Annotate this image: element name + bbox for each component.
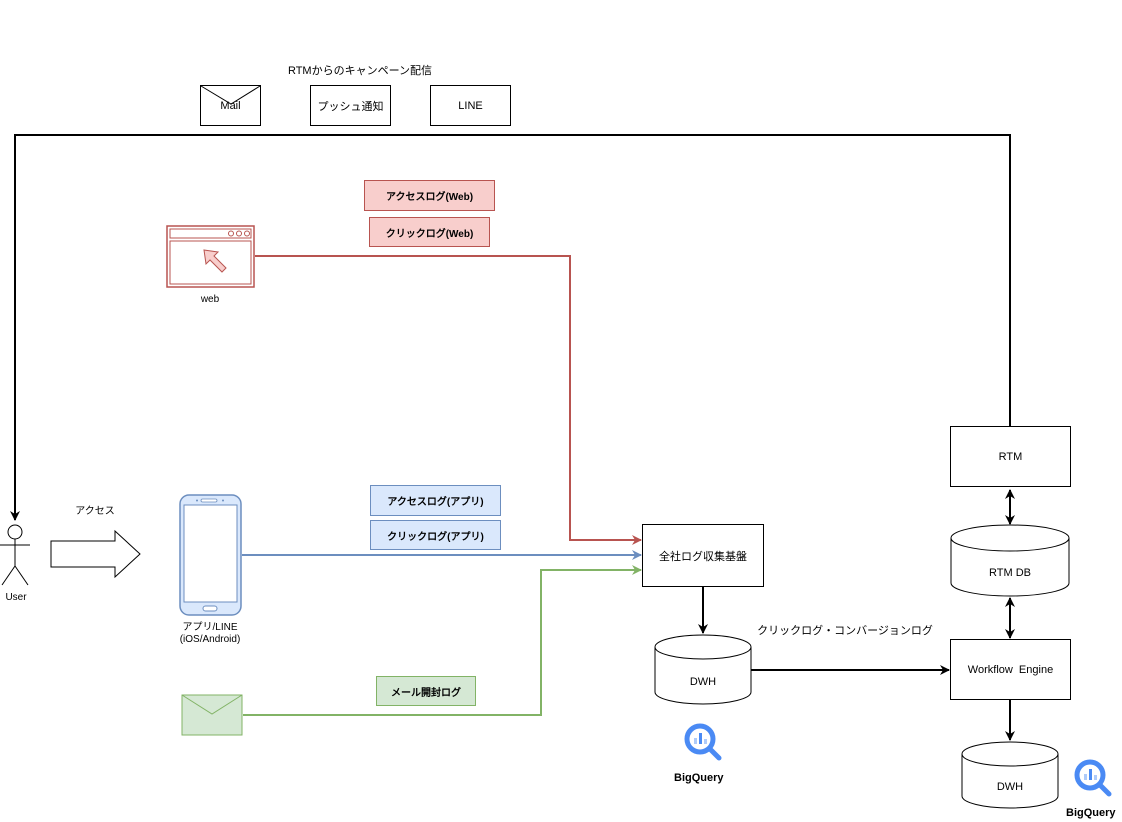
node-label: RTM <box>998 450 1023 463</box>
user-actor-icon <box>0 524 30 586</box>
edge-label-click-conversion: クリックログ・コンバージョンログ <box>757 625 933 637</box>
dwh-right-cylinder <box>961 741 1059 809</box>
rtm-db-label: RTM DB <box>989 567 1031 579</box>
app-access-log-tag: アクセスログ(アプリ) <box>370 485 501 516</box>
app-label-line2: (iOS/Android) <box>179 634 241 645</box>
mail-envelope-icon <box>181 694 243 736</box>
campaign-channel-label: プッシュ通知 <box>317 100 384 113</box>
rtm-node: RTM <box>950 426 1071 487</box>
log-collector-node: 全社ログ収集基盤 <box>642 524 764 587</box>
rtm-db-cylinder <box>950 524 1070 597</box>
dwh-left-label: DWH <box>689 676 717 688</box>
campaign-channel-label: LINE <box>458 99 483 112</box>
dwh-left-cylinder <box>654 634 752 705</box>
user-label: User <box>5 592 27 603</box>
campaign-channel-mail: Mail <box>200 85 261 126</box>
campaign-channel-push: プッシュ通知 <box>310 85 391 126</box>
tag-label: クリックログ(アプリ) <box>387 531 484 543</box>
mail-open-log-tag: メール開封ログ <box>376 676 476 706</box>
tag-label: アクセスログ(Web) <box>385 192 474 203</box>
campaign-delivery-edge <box>10 134 1011 521</box>
bigquery-icon <box>684 723 722 761</box>
campaign-title: RTMからのキャンペーン配信 <box>287 65 433 77</box>
app-label: アプリ/LINE (iOS/Android) <box>160 622 260 646</box>
web-access-log-tag: アクセスログ(Web) <box>364 180 495 211</box>
bigquery-icon <box>1074 759 1112 797</box>
dwh-right-label: DWH <box>996 781 1024 793</box>
node-label: 全社ログ収集基盤 <box>659 550 747 563</box>
node-label: Workflow Engine <box>967 663 1054 676</box>
campaign-channel-line: LINE <box>430 85 511 126</box>
tag-label: アクセスログ(アプリ) <box>387 497 484 508</box>
web-browser-icon <box>166 225 255 288</box>
app-label-line1: アプリ/LINE <box>182 622 238 633</box>
app-click-log-tag: クリックログ(アプリ) <box>370 520 501 550</box>
access-arrow-icon <box>50 529 141 579</box>
tag-label: クリックログ(Web) <box>385 228 474 240</box>
web-label: web <box>200 294 220 305</box>
access-label: アクセス <box>75 506 115 517</box>
workflow-engine-node: Workflow Engine <box>950 639 1071 700</box>
tag-label: メール開封ログ <box>391 687 461 699</box>
bigquery-label: BigQuery <box>674 772 724 784</box>
bigquery-label: BigQuery <box>1066 807 1116 819</box>
campaign-channel-label: Mail <box>220 99 241 112</box>
web-click-log-tag: クリックログ(Web) <box>369 217 490 247</box>
smartphone-icon <box>179 494 242 616</box>
